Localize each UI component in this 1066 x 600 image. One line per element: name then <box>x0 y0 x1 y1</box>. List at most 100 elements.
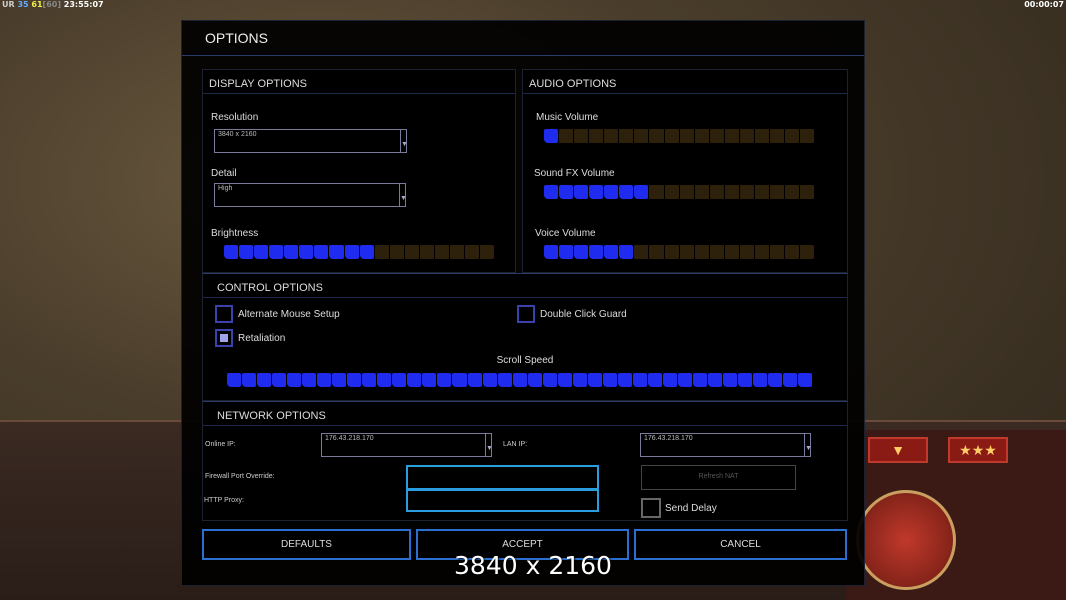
slider-segment-filled[interactable] <box>299 245 314 259</box>
slider-segment-filled[interactable] <box>708 373 723 387</box>
slider-segment-empty[interactable] <box>634 129 649 143</box>
slider-segment-filled[interactable] <box>544 129 559 143</box>
slider-segment-empty[interactable] <box>709 245 724 259</box>
slider-segment-empty[interactable] <box>649 185 664 199</box>
slider-segment-filled[interactable] <box>302 373 317 387</box>
slider-segment-filled[interactable] <box>692 373 707 387</box>
slider-segment-filled[interactable] <box>574 245 589 259</box>
slider-segment-empty[interactable] <box>419 245 434 259</box>
slider-segment-empty[interactable] <box>694 185 709 199</box>
slider-segment-filled[interactable] <box>604 185 619 199</box>
chevron-down-icon[interactable]: ▼ <box>400 130 408 152</box>
slider-segment-empty[interactable] <box>769 129 784 143</box>
music-volume-slider[interactable] <box>544 129 815 143</box>
sfx-volume-slider[interactable] <box>544 185 815 199</box>
slider-segment-filled[interactable] <box>662 373 677 387</box>
slider-segment-empty[interactable] <box>769 245 784 259</box>
slider-segment-filled[interactable] <box>224 245 239 259</box>
slider-segment-filled[interactable] <box>437 373 452 387</box>
chevron-down-icon[interactable]: ▼ <box>485 434 493 456</box>
slider-segment-empty[interactable] <box>449 245 464 259</box>
slider-segment-filled[interactable] <box>634 185 649 199</box>
slider-segment-filled[interactable] <box>574 185 589 199</box>
slider-segment-filled[interactable] <box>377 373 392 387</box>
slider-segment-filled[interactable] <box>314 245 329 259</box>
slider-segment-empty[interactable] <box>634 245 649 259</box>
slider-segment-empty[interactable] <box>724 185 739 199</box>
slider-segment-empty[interactable] <box>465 245 480 259</box>
slider-segment-empty[interactable] <box>754 245 769 259</box>
lan-ip-dropdown[interactable]: 176.43.218.170 ▼ <box>640 433 812 457</box>
slider-segment-filled[interactable] <box>798 373 813 387</box>
slider-segment-empty[interactable] <box>374 245 389 259</box>
slider-segment-empty[interactable] <box>785 245 800 259</box>
retaliation-checkbox[interactable] <box>215 329 233 347</box>
slider-segment-filled[interactable] <box>272 373 287 387</box>
slider-segment-filled[interactable] <box>344 245 359 259</box>
slider-segment-empty[interactable] <box>679 245 694 259</box>
slider-segment-empty[interactable] <box>679 185 694 199</box>
slider-segment-filled[interactable] <box>497 373 512 387</box>
slider-segment-empty[interactable] <box>649 245 664 259</box>
slider-segment-filled[interactable] <box>362 373 377 387</box>
slider-segment-filled[interactable] <box>677 373 692 387</box>
online-ip-dropdown[interactable]: 176.43.218.170 ▼ <box>321 433 493 457</box>
detail-dropdown[interactable]: High ▼ <box>214 183 407 207</box>
slider-segment-filled[interactable] <box>257 373 272 387</box>
slider-segment-filled[interactable] <box>242 373 257 387</box>
http-proxy-input[interactable] <box>406 489 599 512</box>
slider-segment-filled[interactable] <box>542 373 557 387</box>
slider-segment-empty[interactable] <box>739 245 754 259</box>
slider-segment-empty[interactable] <box>664 245 679 259</box>
slider-segment-filled[interactable] <box>329 245 344 259</box>
chevron-down-icon[interactable]: ▼ <box>804 434 812 456</box>
slider-segment-filled[interactable] <box>407 373 422 387</box>
slider-segment-filled[interactable] <box>587 373 602 387</box>
slider-segment-filled[interactable] <box>753 373 768 387</box>
refresh-nat-button[interactable]: Refresh NAT <box>641 465 796 490</box>
slider-segment-filled[interactable] <box>602 373 617 387</box>
slider-segment-filled[interactable] <box>559 245 574 259</box>
slider-segment-empty[interactable] <box>739 129 754 143</box>
slider-segment-filled[interactable] <box>619 245 634 259</box>
slider-segment-filled[interactable] <box>617 373 632 387</box>
slider-segment-filled[interactable] <box>452 373 467 387</box>
slider-segment-empty[interactable] <box>649 129 664 143</box>
slider-segment-filled[interactable] <box>317 373 332 387</box>
slider-segment-empty[interactable] <box>724 129 739 143</box>
resolution-dropdown[interactable]: 3840 x 2160 ▼ <box>214 129 408 153</box>
slider-segment-filled[interactable] <box>647 373 662 387</box>
slider-segment-empty[interactable] <box>709 185 724 199</box>
slider-segment-empty[interactable] <box>434 245 449 259</box>
slider-segment-filled[interactable] <box>332 373 347 387</box>
slider-segment-filled[interactable] <box>482 373 497 387</box>
slider-segment-empty[interactable] <box>604 129 619 143</box>
slider-segment-filled[interactable] <box>544 185 559 199</box>
slider-segment-filled[interactable] <box>723 373 738 387</box>
slider-segment-empty[interactable] <box>739 185 754 199</box>
slider-segment-filled[interactable] <box>359 245 374 259</box>
slider-segment-filled[interactable] <box>512 373 527 387</box>
slider-segment-empty[interactable] <box>754 129 769 143</box>
slider-segment-filled[interactable] <box>572 373 587 387</box>
slider-segment-empty[interactable] <box>404 245 419 259</box>
slider-segment-filled[interactable] <box>559 185 574 199</box>
slider-segment-empty[interactable] <box>559 129 574 143</box>
slider-segment-empty[interactable] <box>480 245 495 259</box>
slider-segment-filled[interactable] <box>632 373 647 387</box>
slider-segment-filled[interactable] <box>619 185 634 199</box>
slider-segment-filled[interactable] <box>604 245 619 259</box>
brightness-slider[interactable] <box>224 245 495 259</box>
slider-segment-filled[interactable] <box>347 373 362 387</box>
slider-segment-filled[interactable] <box>544 245 559 259</box>
firewall-port-input[interactable] <box>406 465 599 490</box>
alternate-mouse-checkbox[interactable] <box>215 305 233 323</box>
slider-segment-empty[interactable] <box>754 185 769 199</box>
slider-segment-filled[interactable] <box>527 373 542 387</box>
slider-segment-empty[interactable] <box>785 129 800 143</box>
slider-segment-empty[interactable] <box>389 245 404 259</box>
slider-segment-empty[interactable] <box>800 245 815 259</box>
slider-segment-empty[interactable] <box>769 185 784 199</box>
slider-segment-empty[interactable] <box>664 129 679 143</box>
slider-segment-filled[interactable] <box>422 373 437 387</box>
